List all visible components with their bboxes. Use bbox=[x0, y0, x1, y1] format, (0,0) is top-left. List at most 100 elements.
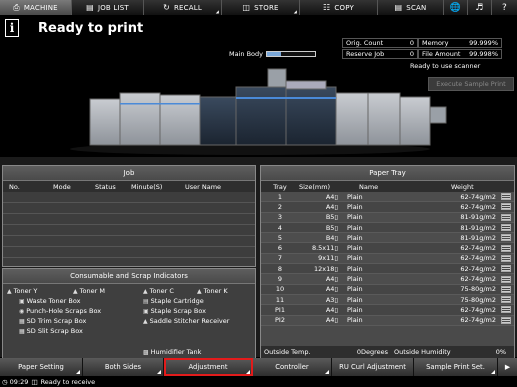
tray-paper-name: Plain bbox=[347, 254, 363, 263]
both-sides-label: Both Sides bbox=[104, 363, 142, 371]
status-message: Ready to receive bbox=[40, 377, 96, 386]
paper-tray-panel: Paper Tray Tray Size(mm) Name Weight 1 A4… bbox=[260, 165, 515, 359]
paper-remaining-icon bbox=[501, 234, 511, 242]
tab-recall[interactable]: ↻ RECALL ◢ bbox=[144, 0, 222, 15]
consumables-title: Consumable and Scrap Indicators bbox=[3, 269, 255, 284]
toner-c-indicator: ▲ Toner C bbox=[143, 287, 174, 295]
job-col-no: No. bbox=[9, 182, 20, 191]
tab-recall-corner-icon: ◢ bbox=[215, 9, 219, 14]
next-page-button[interactable]: ▶ bbox=[498, 358, 517, 376]
tray-paper-name: Plain bbox=[347, 233, 363, 242]
toner-y-label: Toner Y bbox=[13, 287, 38, 295]
tray-row[interactable]: PI1 A4▯ Plain 62-74g/m2 bbox=[261, 305, 514, 316]
tab-machine[interactable]: ⎙ MACHINE bbox=[0, 0, 72, 15]
tray-paper-name: Plain bbox=[347, 285, 363, 294]
page-title: Ready to print bbox=[38, 21, 144, 36]
tray-row[interactable]: 10 A4▯ Plain 75-80g/m2 bbox=[261, 284, 514, 295]
tray-size: A4▯ bbox=[325, 285, 338, 294]
tray-row[interactable]: 6 8.5x11▯ Plain 62-74g/m2 bbox=[261, 243, 514, 254]
tray-size: A3▯ bbox=[325, 295, 338, 304]
staple-cartridge-icon: ▤ bbox=[143, 297, 149, 305]
sample-print-set-button[interactable]: Sample Print Set. bbox=[414, 358, 498, 376]
tray-row[interactable]: 5 B4▯ Plain 81-91g/m2 bbox=[261, 233, 514, 244]
tray-size: A4▯ bbox=[325, 316, 338, 325]
consumables-grid: ▲ Toner Y ▲ Toner M ▲ Toner C ▲ Toner K ▣ Was… bbox=[3, 284, 255, 358]
sd-slit-label: SD Slit Scrap Box bbox=[26, 327, 83, 335]
tray-paper-name: Plain bbox=[347, 305, 363, 314]
outside-humidity-value: 0% bbox=[495, 348, 506, 356]
tray-number: 5 bbox=[277, 233, 283, 242]
tray-row[interactable]: 1 A4▯ Plain 62-74g/m2 bbox=[261, 192, 514, 203]
tray-size: B5▯ bbox=[325, 213, 338, 222]
tray-number: 7 bbox=[277, 254, 283, 263]
job-table-header: No. Mode Status Minute(S) User Name bbox=[3, 181, 255, 192]
sd-trim-label: SD Trim Scrap Box bbox=[26, 317, 87, 325]
tray-paper-name: Plain bbox=[347, 316, 363, 325]
job-panel-title: Job bbox=[3, 166, 255, 181]
tray-paper-name: Plain bbox=[347, 244, 363, 253]
tray-row[interactable]: 9 A4▯ Plain 62-74g/m2 bbox=[261, 274, 514, 285]
machine-illustration[interactable] bbox=[0, 57, 517, 157]
tray-row[interactable]: 4 B5▯ Plain 81-91g/m2 bbox=[261, 222, 514, 234]
tray-row[interactable]: 8 12x18▯ Plain 62-74g/m2 bbox=[261, 264, 514, 275]
sd-trim-icon: ▦ bbox=[19, 317, 25, 325]
controller-label: Controller bbox=[275, 363, 309, 371]
sample-print-label: Sample Print Set. bbox=[426, 363, 485, 371]
tab-copy[interactable]: ☷ COPY bbox=[300, 0, 378, 15]
job-col-status: Status bbox=[95, 182, 116, 191]
corner-arrow-icon bbox=[325, 370, 329, 374]
outside-temp-label: Outside Temp. bbox=[264, 348, 311, 356]
job-col-user: User Name bbox=[185, 182, 222, 191]
tray-size: B4▯ bbox=[325, 233, 338, 242]
tab-store[interactable]: ◫ STORE ◢ bbox=[222, 0, 300, 15]
job-col-mode: Mode bbox=[53, 182, 71, 191]
staple-scrap-indicator: ▣ Staple Scrap Box bbox=[143, 307, 206, 315]
tray-row[interactable]: 3 B5▯ Plain 81-91g/m2 bbox=[261, 212, 514, 223]
tray-paper-name: Plain bbox=[347, 295, 363, 304]
saddle-stitcher-icon: ▲ bbox=[143, 317, 148, 325]
paper-remaining-icon bbox=[501, 193, 511, 201]
paper-setting-button[interactable]: Paper Setting bbox=[0, 358, 83, 376]
globe-button[interactable]: 🌐 bbox=[444, 0, 468, 15]
tray-row[interactable]: 11 A3▯ Plain 75-80g/m2 bbox=[261, 294, 514, 306]
toner-k-icon: ▲ bbox=[197, 287, 202, 295]
ru-curl-adjustment-button[interactable]: RU Curl Adjustment bbox=[332, 358, 414, 376]
toner-m-icon: ▲ bbox=[73, 287, 78, 295]
tray-list: 1 A4▯ Plain 62-74g/m2 2 A4▯ Plain 62-74g/m2 3 B5▯… bbox=[261, 192, 514, 326]
next-arrow-icon: ▶ bbox=[504, 363, 511, 371]
tray-col-name: Name bbox=[359, 182, 379, 191]
both-sides-button[interactable]: Both Sides bbox=[83, 358, 164, 376]
job-list[interactable] bbox=[3, 192, 255, 266]
job-col-minute: Minute(S) bbox=[131, 182, 163, 191]
toner-m-label: Toner M bbox=[79, 287, 105, 295]
tray-size: A4▯ bbox=[325, 275, 338, 284]
tab-store-label: STORE bbox=[254, 3, 279, 12]
memory: Memory 99.999% bbox=[418, 38, 502, 48]
tab-job-list[interactable]: ▤ JOB LIST bbox=[72, 0, 144, 15]
tray-size: A4▯ bbox=[325, 305, 338, 314]
tray-number: 6 bbox=[277, 244, 283, 253]
volume-button[interactable]: ♬ bbox=[468, 0, 492, 15]
tab-copy-label: COPY bbox=[334, 3, 354, 12]
paper-tray-title: Paper Tray bbox=[261, 166, 514, 181]
globe-icon: 🌐 bbox=[449, 2, 462, 13]
tray-weight: 62-74g/m2 bbox=[460, 264, 496, 273]
tray-size: A4▯ bbox=[325, 192, 338, 201]
sd-trim-indicator: ▦ SD Trim Scrap Box bbox=[19, 317, 86, 325]
tray-size: 12x18▯ bbox=[314, 264, 338, 273]
waste-toner-label: Waste Toner Box bbox=[26, 297, 81, 305]
environment-bar: Outside Temp. 0Degrees Outside Humidity … bbox=[261, 346, 514, 358]
tray-weight: 75-80g/m2 bbox=[460, 285, 496, 294]
paper-setting-label: Paper Setting bbox=[18, 363, 64, 371]
controller-button[interactable]: Controller bbox=[253, 358, 332, 376]
tray-row[interactable]: 7 9x11▯ Plain 62-74g/m2 bbox=[261, 253, 514, 265]
tray-row[interactable]: 2 A4▯ Plain 62-74g/m2 bbox=[261, 202, 514, 213]
tray-row[interactable]: PI2 A4▯ Plain 62-74g/m2 bbox=[261, 315, 514, 326]
tab-scan[interactable]: ▤ SCAN bbox=[378, 0, 444, 15]
tray-col-weight: Weight bbox=[451, 182, 474, 191]
adjustment-button[interactable]: Adjustment bbox=[164, 358, 253, 376]
punch-hole-indicator: ◉ Punch-Hole Scraps Box bbox=[19, 307, 101, 315]
help-button[interactable]: ? bbox=[492, 0, 517, 15]
tab-machine-label: MACHINE bbox=[23, 3, 58, 12]
scan-icon: ▤ bbox=[394, 3, 403, 12]
